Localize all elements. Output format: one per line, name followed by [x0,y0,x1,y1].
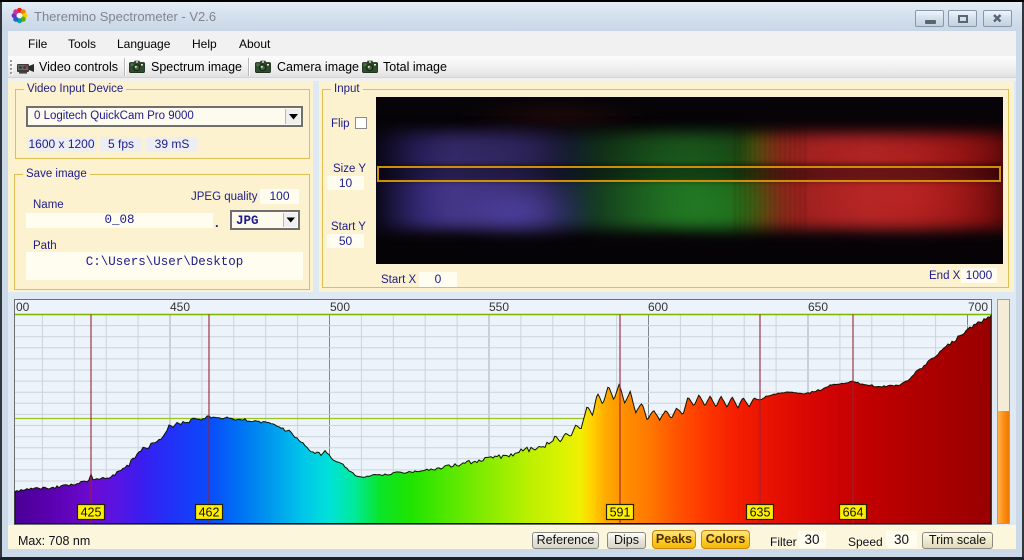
svg-text:00: 00 [16,300,30,314]
svg-text:650: 650 [808,300,828,314]
svg-text:700: 700 [968,300,988,314]
svg-text:591: 591 [610,506,631,520]
svg-text:462: 462 [199,506,220,520]
svg-text:550: 550 [489,300,509,314]
svg-text:425: 425 [81,506,102,520]
svg-text:500: 500 [330,300,350,314]
svg-text:450: 450 [170,300,190,314]
svg-text:600: 600 [648,300,668,314]
svg-text:664: 664 [843,506,864,520]
svg-text:635: 635 [750,506,771,520]
